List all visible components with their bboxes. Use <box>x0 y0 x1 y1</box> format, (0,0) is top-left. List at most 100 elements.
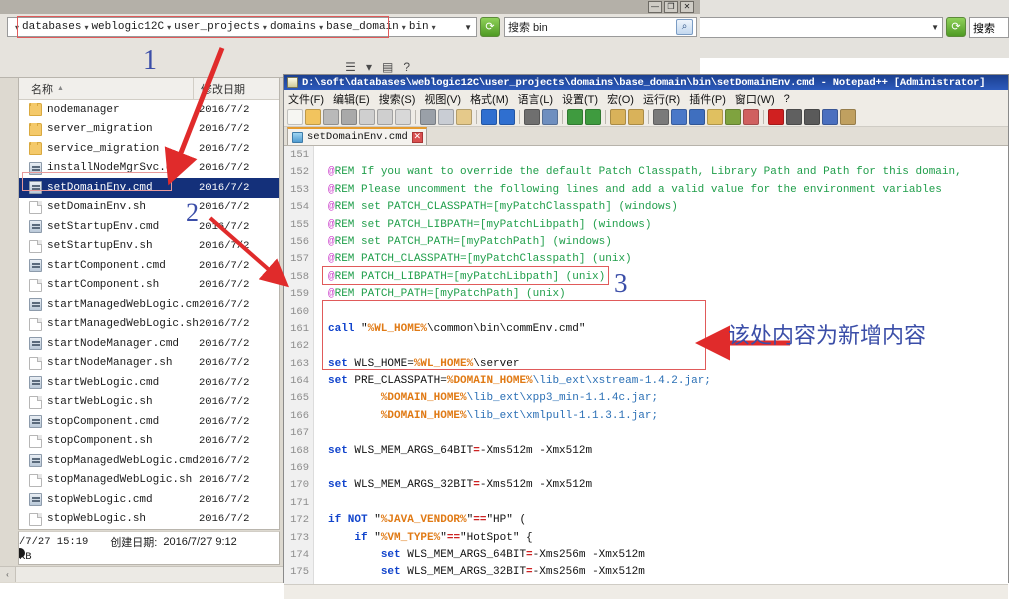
fold-marker[interactable] <box>314 460 324 477</box>
sync-vertical-icon[interactable] <box>610 109 626 125</box>
table-row[interactable]: startComponent.sh2016/7/2 <box>19 276 279 296</box>
fold-marker[interactable] <box>314 356 324 373</box>
menu-item-编辑e[interactable]: 编辑(E) <box>333 91 370 107</box>
user-defined-dialog-icon[interactable] <box>707 109 723 125</box>
breadcrumb-separator[interactable]: ▾ <box>432 23 436 32</box>
search-input[interactable]: 搜索 bin ⌕ <box>504 17 697 37</box>
help-icon[interactable]: ? <box>403 60 410 74</box>
background-search-input[interactable]: 搜索 <box>969 17 1009 38</box>
menu-item-格式m[interactable]: 格式(M) <box>470 91 509 107</box>
table-row[interactable]: setDomainEnv.sh2016/7/2 <box>19 198 279 218</box>
chevron-down-icon[interactable]: ▼ <box>464 23 472 32</box>
table-row[interactable]: startComponent.cmd2016/7/2 <box>19 256 279 276</box>
new-file-icon[interactable] <box>287 109 303 125</box>
fold-marker[interactable] <box>314 251 324 268</box>
find-icon[interactable] <box>524 109 540 125</box>
table-row[interactable]: startManagedWebLogic.cmd2016/7/2 <box>19 295 279 315</box>
record-macro-icon[interactable] <box>768 109 784 125</box>
fold-marker[interactable] <box>314 477 324 494</box>
replace-icon[interactable] <box>542 109 558 125</box>
menu-item-宏o[interactable]: 宏(O) <box>607 91 634 107</box>
chevron-down-icon[interactable]: ▾ <box>366 60 372 74</box>
save-all-icon[interactable] <box>341 109 357 125</box>
fold-marker[interactable] <box>314 164 324 181</box>
table-row[interactable]: startWebLogic.sh2016/7/2 <box>19 393 279 413</box>
fold-marker[interactable] <box>314 408 324 425</box>
breadcrumb-separator[interactable]: ▾ <box>84 23 88 32</box>
table-row[interactable]: startManagedWebLogic.sh2016/7/2 <box>19 315 279 335</box>
table-row[interactable]: service_migration2016/7/2 <box>19 139 279 159</box>
menu-item-窗口w[interactable]: 窗口(W) <box>735 91 775 107</box>
column-header-date[interactable]: 修改日期 <box>199 81 279 97</box>
close-file-icon[interactable] <box>359 109 375 125</box>
fold-marker[interactable] <box>314 495 324 512</box>
address-bar[interactable]: ▾ databases ▾ weblogic12C ▾ user_project… <box>7 17 477 37</box>
table-row[interactable]: stopManagedWebLogic.cmd2016/7/2 <box>19 451 279 471</box>
table-row[interactable]: stopComponent.sh2016/7/2 <box>19 432 279 452</box>
chevron-left-icon[interactable]: ‹ <box>0 567 16 582</box>
list-view-icon[interactable]: ☰ <box>345 60 356 74</box>
sync-horizontal-icon[interactable] <box>628 109 644 125</box>
maximize-button[interactable]: ❐ <box>664 1 678 13</box>
fold-marker[interactable] <box>314 147 324 164</box>
code-editor[interactable]: 1511521531541551561571581591601611621631… <box>284 146 1008 584</box>
table-row[interactable]: stopManagedWebLogic.sh2016/7/2 <box>19 471 279 491</box>
save-icon[interactable] <box>323 109 339 125</box>
refresh-icon[interactable]: ⟳ <box>946 17 966 37</box>
menu-item-运行r[interactable]: 运行(R) <box>643 91 680 107</box>
run-macro-multiple-icon[interactable] <box>822 109 838 125</box>
fold-marker[interactable] <box>314 199 324 216</box>
fold-marker[interactable] <box>314 321 324 338</box>
table-row[interactable]: server_migration2016/7/2 <box>19 120 279 140</box>
function-list-icon[interactable] <box>743 109 759 125</box>
menu-item-视图v[interactable]: 视图(V) <box>424 91 461 107</box>
fold-marker[interactable] <box>314 286 324 303</box>
save-macro-icon[interactable] <box>840 109 856 125</box>
table-row[interactable]: setDomainEnv.cmd2016/7/2 <box>19 178 279 198</box>
breadcrumb-item-base-domain[interactable]: base_domain <box>326 21 399 33</box>
chevron-down-icon[interactable]: ▼ <box>931 23 939 32</box>
fold-marker[interactable] <box>314 234 324 251</box>
close-icon[interactable]: ✕ <box>412 132 423 143</box>
table-row[interactable]: stopWebLogic.sh2016/7/2 <box>19 510 279 529</box>
background-address-bar[interactable]: ▼ <box>660 17 943 38</box>
table-row[interactable]: setStartupEnv.cmd2016/7/2 <box>19 217 279 237</box>
table-row[interactable]: startNodeManager.sh2016/7/2 <box>19 354 279 374</box>
fold-marker[interactable] <box>314 443 324 460</box>
fold-marker[interactable] <box>314 530 324 547</box>
column-header-name[interactable]: 名称 ▲ <box>19 81 199 97</box>
table-row[interactable]: setStartupEnv.sh2016/7/2 <box>19 237 279 257</box>
tab-setdomainenv-cmd[interactable]: setDomainEnv.cmd ✕ <box>287 127 427 145</box>
table-row[interactable]: stopWebLogic.cmd2016/7/2 <box>19 490 279 510</box>
redo-icon[interactable] <box>499 109 515 125</box>
close-button[interactable]: ✕ <box>680 1 694 13</box>
show-all-chars-icon[interactable] <box>671 109 687 125</box>
table-row[interactable]: nodemanager2016/7/2 <box>19 100 279 120</box>
paste-icon[interactable] <box>456 109 472 125</box>
table-row[interactable]: startNodeManager.cmd2016/7/2 <box>19 334 279 354</box>
fold-marker[interactable] <box>314 564 324 581</box>
zoom-out-icon[interactable] <box>585 109 601 125</box>
breadcrumb-separator[interactable]: ▾ <box>402 23 406 32</box>
word-wrap-icon[interactable] <box>653 109 669 125</box>
breadcrumb-item-weblogic12c[interactable]: weblogic12C <box>91 21 164 33</box>
breadcrumb-item-domains[interactable]: domains <box>270 21 316 33</box>
breadcrumb-item-databases[interactable]: databases <box>22 21 81 33</box>
fold-marker[interactable] <box>314 512 324 529</box>
undo-icon[interactable] <box>481 109 497 125</box>
table-row[interactable]: installNodeMgrSvc.cmd2016/7/2 <box>19 159 279 179</box>
open-file-icon[interactable] <box>305 109 321 125</box>
indent-guide-icon[interactable] <box>689 109 705 125</box>
fold-marker[interactable] <box>314 547 324 564</box>
menu-item-?[interactable]: ? <box>784 93 790 105</box>
play-macro-icon[interactable] <box>804 109 820 125</box>
minimize-button[interactable]: — <box>648 1 662 13</box>
cut-icon[interactable] <box>420 109 436 125</box>
fold-marker[interactable] <box>314 373 324 390</box>
fold-marker[interactable] <box>314 182 324 199</box>
fold-marker[interactable] <box>314 304 324 321</box>
fold-marker[interactable] <box>314 390 324 407</box>
code-text-area[interactable]: @REM If you want to override the default… <box>324 146 1008 584</box>
table-row[interactable]: startWebLogic.cmd2016/7/2 <box>19 373 279 393</box>
document-map-icon[interactable] <box>725 109 741 125</box>
